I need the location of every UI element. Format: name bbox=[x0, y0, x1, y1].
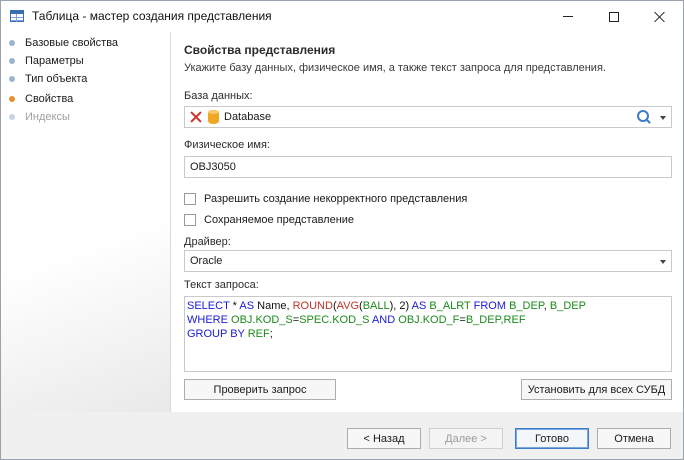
query-token: WHERE bbox=[187, 314, 228, 326]
minimize-icon bbox=[563, 16, 573, 17]
allow-invalid-view-checkbox[interactable] bbox=[184, 193, 196, 205]
title-bar: Таблица - мастер создания представления bbox=[1, 1, 683, 32]
materialized-view-checkbox-row[interactable]: Сохраняемое представление bbox=[184, 213, 354, 227]
query-token: B_ALRT bbox=[429, 300, 471, 312]
database-label: База данных: bbox=[184, 90, 253, 102]
clear-icon[interactable] bbox=[190, 111, 202, 123]
step-current-dot-icon bbox=[9, 96, 15, 102]
step-done-dot-icon bbox=[9, 76, 15, 82]
allow-invalid-view-label: Разрешить создание некорректного предста… bbox=[204, 193, 468, 205]
search-icon[interactable] bbox=[637, 110, 651, 124]
materialized-view-label: Сохраняемое представление bbox=[204, 214, 355, 226]
query-line: WHERE OBJ.KOD_S=SPEC.KOD_S AND OBJ.KOD_F… bbox=[187, 313, 669, 327]
step-properties[interactable]: Свойства bbox=[9, 91, 73, 107]
cancel-button[interactable]: Отмена bbox=[597, 428, 671, 449]
next-button: Далее > bbox=[429, 428, 503, 449]
query-token: B_DEP,REF bbox=[465, 314, 526, 326]
query-token: Name, bbox=[254, 300, 293, 312]
query-label: Текст запроса: bbox=[184, 279, 259, 291]
driver-value: Oracle bbox=[190, 255, 223, 267]
wizard-footer: < Назад Далее > Готово Отмена bbox=[1, 412, 683, 459]
physical-name-input[interactable]: OBJ3050 bbox=[184, 156, 672, 178]
wizard-steps-sidebar: Базовые свойства Параметры Тип объекта С… bbox=[1, 32, 171, 412]
query-token: AVG bbox=[336, 300, 360, 312]
step-basic-properties[interactable]: Базовые свойства bbox=[9, 35, 118, 51]
step-parameters[interactable]: Параметры bbox=[9, 53, 84, 69]
physical-name-value: OBJ3050 bbox=[190, 161, 236, 173]
query-token: B_DEP bbox=[509, 300, 544, 312]
back-button[interactable]: < Назад bbox=[347, 428, 421, 449]
close-icon bbox=[654, 11, 666, 23]
window-title: Таблица - мастер создания представления bbox=[32, 9, 272, 23]
maximize-button[interactable] bbox=[591, 1, 637, 32]
page-title: Свойства представления bbox=[184, 43, 336, 57]
chevron-down-icon[interactable] bbox=[660, 116, 666, 120]
query-token: OBJ.KOD_S bbox=[231, 314, 293, 326]
query-token: * bbox=[229, 300, 240, 312]
driver-label: Драйвер: bbox=[184, 236, 231, 248]
query-token: GROUP BY bbox=[187, 328, 245, 340]
query-token: OBJ.KOD_F bbox=[398, 314, 460, 326]
query-token: SELECT bbox=[187, 300, 230, 312]
database-value: Database bbox=[224, 111, 272, 123]
query-token: REF bbox=[247, 328, 270, 340]
step-done-dot-icon bbox=[9, 58, 15, 64]
query-token: AS bbox=[411, 300, 427, 312]
query-editor[interactable]: SELECT * AS Name, ROUND(AVG(BALL), 2) AS… bbox=[184, 296, 672, 372]
page-subtitle: Укажите базу данных, физическое имя, а т… bbox=[184, 62, 606, 74]
step-indexes: Индексы bbox=[9, 109, 70, 125]
database-icon bbox=[208, 110, 219, 124]
set-for-all-dbms-button[interactable]: Установить для всех СУБД bbox=[521, 379, 672, 400]
query-line: SELECT * AS Name, ROUND(AVG(BALL), 2) AS… bbox=[187, 299, 669, 313]
physical-name-label: Физическое имя: bbox=[184, 139, 270, 151]
driver-select[interactable]: Oracle bbox=[184, 250, 672, 272]
materialized-view-checkbox[interactable] bbox=[184, 214, 196, 226]
query-token: AND bbox=[371, 314, 396, 326]
maximize-icon bbox=[609, 11, 619, 22]
query-token: BALL bbox=[362, 300, 390, 312]
wizard-content: Свойства представления Укажите базу данн… bbox=[172, 32, 683, 412]
check-query-button[interactable]: Проверить запрос bbox=[184, 379, 336, 400]
close-button[interactable] bbox=[637, 1, 683, 32]
wizard-window: Таблица - мастер создания представления … bbox=[0, 0, 684, 460]
query-token: ; bbox=[269, 328, 273, 340]
step-future-dot-icon bbox=[9, 114, 15, 120]
query-token: SPEC.KOD_S bbox=[299, 314, 370, 326]
allow-invalid-view-checkbox-row[interactable]: Разрешить создание некорректного предста… bbox=[184, 192, 467, 206]
chevron-down-icon[interactable] bbox=[660, 260, 666, 264]
query-token: B_DEP bbox=[549, 300, 586, 312]
database-selector[interactable]: Database bbox=[184, 106, 672, 128]
query-token: ), 2) bbox=[389, 300, 412, 312]
step-done-dot-icon bbox=[9, 40, 15, 46]
query-token: AS bbox=[239, 300, 255, 312]
table-icon bbox=[10, 10, 24, 22]
step-object-type[interactable]: Тип объекта bbox=[9, 71, 87, 87]
query-token: ROUND bbox=[292, 300, 333, 312]
finish-button[interactable]: Готово bbox=[515, 428, 589, 449]
query-line: GROUP BY REF; bbox=[187, 327, 669, 341]
minimize-button[interactable] bbox=[545, 1, 591, 32]
query-token: FROM bbox=[473, 300, 507, 312]
